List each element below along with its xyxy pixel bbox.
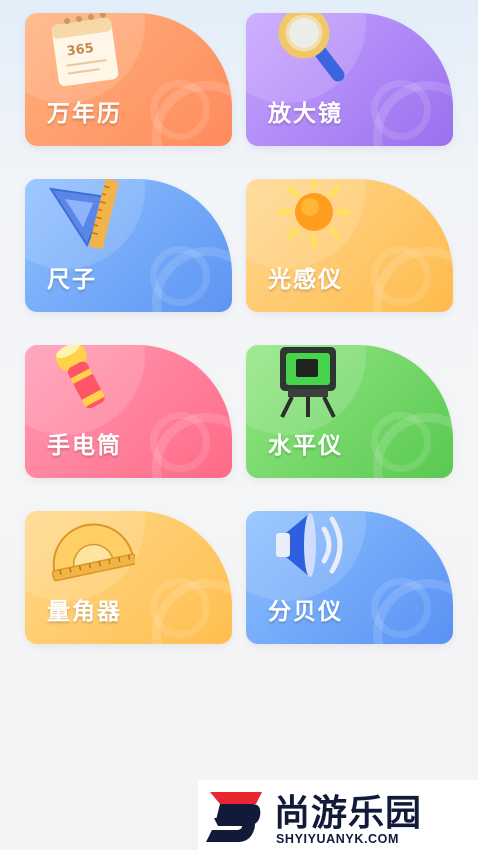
card-decoration bbox=[371, 412, 431, 472]
tool-card-magnifier[interactable]: 放大镜 bbox=[246, 13, 453, 146]
card-decoration bbox=[371, 246, 431, 306]
ruler-icon bbox=[48, 179, 119, 250]
card-decoration bbox=[371, 80, 431, 140]
tool-label: 手电筒 bbox=[47, 433, 122, 459]
site-logo bbox=[206, 792, 262, 842]
tool-label: 量角器 bbox=[47, 599, 122, 625]
tool-card-ruler[interactable]: 尺子 bbox=[25, 179, 232, 312]
watermark-subtitle: SHYIYUANYK.COM bbox=[276, 832, 399, 846]
flashlight-icon bbox=[55, 345, 105, 409]
tool-label: 水平仪 bbox=[268, 433, 343, 459]
speaker-icon bbox=[276, 513, 343, 577]
tool-card-flashlight[interactable]: 手电筒 bbox=[25, 345, 232, 478]
tool-card-protractor[interactable]: 量角器 bbox=[25, 511, 232, 644]
card-decoration bbox=[150, 246, 210, 306]
tool-card-calendar[interactable]: 365 万年历 bbox=[25, 13, 232, 146]
card-decoration bbox=[371, 578, 431, 638]
tool-label: 尺子 bbox=[47, 267, 97, 293]
card-decoration bbox=[150, 578, 210, 638]
tool-grid: 365 万年历 放大镜 尺子 光感仪 手电筒 水平仪 量角器 分贝仪 bbox=[25, 13, 453, 644]
watermark-title: 尚游乐园 bbox=[274, 793, 423, 834]
tool-card-level[interactable]: 水平仪 bbox=[246, 345, 453, 478]
sun-icon bbox=[277, 179, 351, 250]
magnifier-icon bbox=[278, 13, 345, 82]
tool-card-decibel[interactable]: 分贝仪 bbox=[246, 511, 453, 644]
tool-label: 分贝仪 bbox=[268, 599, 343, 625]
tool-label: 光感仪 bbox=[268, 267, 343, 293]
card-decoration bbox=[150, 412, 210, 472]
tool-label: 万年历 bbox=[47, 101, 122, 127]
calendar-icon: 365 bbox=[51, 13, 119, 87]
tool-card-light-sensor[interactable]: 光感仪 bbox=[246, 179, 453, 312]
card-decoration bbox=[150, 80, 210, 140]
laser-level-icon bbox=[280, 347, 336, 418]
protractor-icon bbox=[51, 523, 135, 582]
site-watermark: 尚游乐园 SHYIYUANYK.COM bbox=[198, 780, 478, 850]
tool-label: 放大镜 bbox=[268, 101, 343, 127]
